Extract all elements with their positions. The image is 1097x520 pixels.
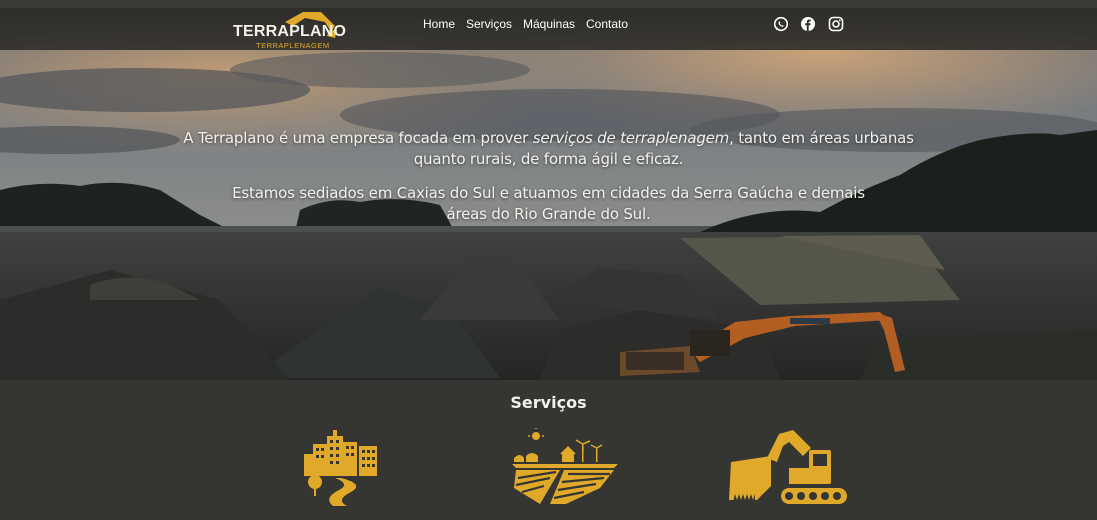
- instagram-icon[interactable]: [828, 16, 844, 32]
- excavator-icon[interactable]: [727, 428, 849, 506]
- logo-text: TERRAPLANO: [233, 23, 347, 40]
- whatsapp-icon[interactable]: [773, 16, 789, 32]
- hero-section: A Terraplano é uma empresa focada em pro…: [0, 0, 1097, 380]
- rural-farm-fields-icon[interactable]: [510, 428, 620, 506]
- facebook-icon[interactable]: [800, 16, 816, 32]
- top-navigation-bar: TERRAPLANO TERRAPLENAGEM Home Serviços M…: [0, 0, 1097, 50]
- nav-maquinas[interactable]: Máquinas: [523, 17, 575, 31]
- nav-home[interactable]: Home: [423, 17, 455, 31]
- urban-city-road-icon[interactable]: [303, 428, 381, 506]
- hero-text-emphasis: serviços de terraplenagem: [532, 129, 730, 147]
- nav-servicos[interactable]: Serviços: [466, 17, 512, 31]
- services-section: Serviços: [0, 380, 1097, 520]
- logo-subtitle: TERRAPLENAGEM: [256, 41, 330, 50]
- hero-text-part: A Terraplano é uma empresa focada em pro…: [183, 129, 533, 147]
- services-title: Serviços: [510, 393, 587, 412]
- logo[interactable]: TERRAPLANO TERRAPLENAGEM: [233, 10, 346, 52]
- nav-contato[interactable]: Contato: [586, 17, 628, 31]
- hero-paragraph-2: Estamos sediados em Caxias do Sul e atua…: [232, 184, 865, 223]
- hero-paragraph-1: A Terraplano é uma empresa focada em pro…: [180, 128, 917, 170]
